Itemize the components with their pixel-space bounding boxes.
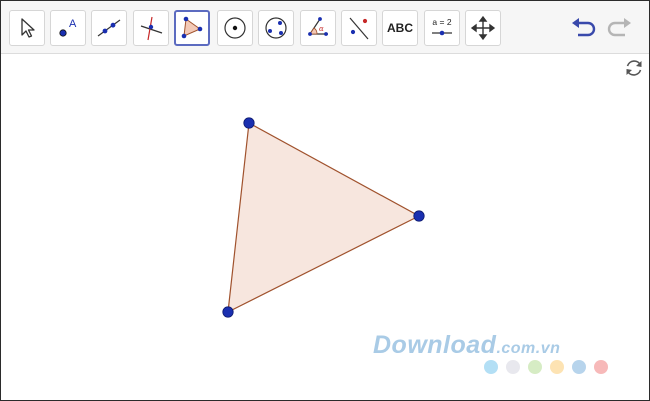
move-tool[interactable] xyxy=(9,10,45,46)
point-tool[interactable]: A xyxy=(50,10,86,46)
circle-three-points-icon xyxy=(265,17,287,39)
slider-tool[interactable]: a = 2 xyxy=(424,10,460,46)
reflect-about-line-tool[interactable] xyxy=(341,10,377,46)
text-tool[interactable]: ABC xyxy=(382,10,418,46)
angle-tool[interactable]: α xyxy=(300,10,336,46)
toolbar: A α ABC a = 2 xyxy=(1,1,649,54)
circle-three-points-tool[interactable] xyxy=(258,10,294,46)
vertex-point-a[interactable] xyxy=(243,117,255,129)
angle-icon: α xyxy=(308,17,328,36)
svg-text:A: A xyxy=(69,18,77,30)
redo-button[interactable] xyxy=(604,14,634,42)
slider-icon: a = 2 xyxy=(432,17,452,36)
line-through-points-icon xyxy=(97,19,121,37)
text-icon: ABC xyxy=(387,21,413,35)
circle-center-point-tool[interactable] xyxy=(217,10,253,46)
move-arrows-icon xyxy=(470,15,496,41)
triangle-polygon[interactable] xyxy=(227,122,421,314)
line-tool[interactable] xyxy=(91,10,127,46)
perpendicular-line-tool[interactable] xyxy=(133,10,169,46)
watermark-suffix: .com.vn xyxy=(496,340,561,357)
watermark-text: Download xyxy=(373,331,497,359)
reflect-line-icon xyxy=(349,17,369,40)
watermark: Download.com.vn xyxy=(373,331,560,360)
svg-text:α: α xyxy=(319,25,324,33)
watermark-dot xyxy=(572,360,586,374)
circle-center-icon xyxy=(224,17,246,39)
watermark-dot xyxy=(484,360,498,374)
arrow-cursor-icon xyxy=(21,18,35,38)
polygon-tool[interactable] xyxy=(174,10,210,46)
move-graphics-view-tool[interactable] xyxy=(465,10,501,46)
redo-icon xyxy=(607,18,631,37)
slider-icon-label: a = 2 xyxy=(432,17,451,27)
watermark-dot xyxy=(594,360,608,374)
vertex-point-c[interactable] xyxy=(222,306,234,318)
polygon-icon xyxy=(181,16,203,39)
watermark-dot xyxy=(550,360,564,374)
watermark-dot xyxy=(506,360,520,374)
vertex-point-b[interactable] xyxy=(413,210,425,222)
perpendicular-lines-icon xyxy=(140,16,163,41)
watermark-dots xyxy=(484,360,608,374)
watermark-dot xyxy=(528,360,542,374)
geogebra-app: A α ABC a = 2 Download.com.vn xyxy=(0,0,650,401)
undo-button[interactable] xyxy=(569,14,599,42)
undo-icon xyxy=(572,18,596,37)
point-a-icon: A xyxy=(59,18,77,37)
